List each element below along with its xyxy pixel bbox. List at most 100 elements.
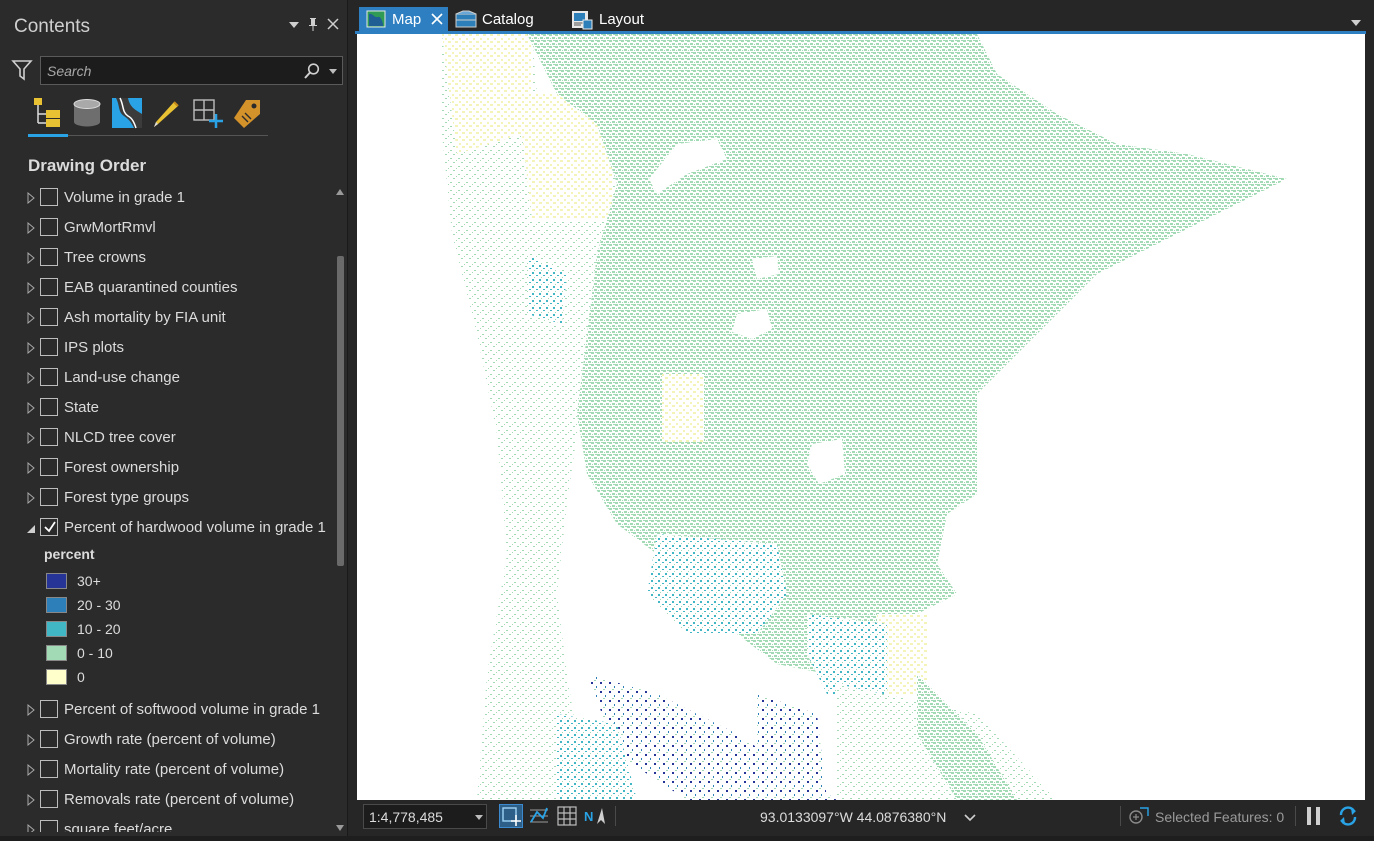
data-source-icon[interactable]	[70, 96, 104, 130]
legend-item[interactable]: 10 - 20	[46, 618, 296, 640]
expand-layer-icon[interactable]	[26, 341, 36, 355]
map-view[interactable]	[357, 34, 1365, 800]
pane-options-icon[interactable]	[286, 14, 302, 34]
expand-layer-icon[interactable]	[26, 221, 36, 235]
grid-icon[interactable]	[555, 804, 579, 828]
selection-icon[interactable]	[110, 96, 144, 130]
layer-item[interactable]: Percent of softwood volume in grade 1	[0, 694, 334, 724]
layer-item[interactable]: Percent of hardwood volume in grade 1	[0, 512, 334, 542]
editing-icon[interactable]	[150, 96, 184, 130]
expand-layer-icon[interactable]	[26, 431, 36, 445]
expand-layer-icon[interactable]	[26, 733, 36, 747]
layer-visibility-checkbox[interactable]	[40, 398, 58, 416]
layer-visibility-checkbox[interactable]	[40, 518, 58, 536]
expand-layer-icon[interactable]	[26, 401, 36, 415]
layer-item[interactable]: square feet/acre	[0, 814, 334, 832]
search-options-chevron-icon[interactable]	[328, 61, 340, 81]
layer-label: square feet/acre	[64, 821, 173, 832]
layer-visibility-checkbox[interactable]	[40, 730, 58, 748]
close-tab-icon[interactable]	[430, 10, 444, 28]
layer-visibility-checkbox[interactable]	[40, 338, 58, 356]
scroll-up-icon[interactable]	[336, 184, 344, 195]
legend-item[interactable]: 30+	[46, 570, 296, 592]
refresh-icon[interactable]	[1337, 805, 1359, 827]
layer-visibility-checkbox[interactable]	[40, 218, 58, 236]
layer-item[interactable]: Growth rate (percent of volume)	[0, 724, 334, 754]
expand-layer-icon[interactable]	[26, 793, 36, 807]
scrollbar-thumb[interactable]	[337, 256, 344, 566]
drawing-order-icon[interactable]	[30, 96, 64, 130]
expand-layer-icon[interactable]	[26, 703, 36, 717]
tab-catalog-label: Catalog	[482, 11, 534, 28]
north-arrow-icon[interactable]: N	[583, 804, 607, 828]
layer-item[interactable]: Volume in grade 1	[0, 182, 334, 212]
layer-item[interactable]: IPS plots	[0, 332, 334, 362]
legend-swatch[interactable]	[46, 621, 67, 637]
tab-layout[interactable]: Layout	[567, 7, 667, 32]
layer-visibility-checkbox[interactable]	[40, 760, 58, 778]
layer-item[interactable]: Land-use change	[0, 362, 334, 392]
fixed-zoom-icon[interactable]	[499, 804, 523, 828]
layer-item[interactable]: Forest type groups	[0, 482, 334, 512]
layer-visibility-checkbox[interactable]	[40, 248, 58, 266]
layer-item[interactable]: Removals rate (percent of volume)	[0, 784, 334, 814]
map-canvas[interactable]	[357, 34, 1365, 800]
layer-item[interactable]: NLCD tree cover	[0, 422, 334, 452]
layer-item[interactable]: Forest ownership	[0, 452, 334, 482]
tab-list-chevron-icon[interactable]	[1350, 15, 1362, 26]
expand-layer-icon[interactable]	[26, 191, 36, 205]
view-tab-bar: Map Catalog Layout	[355, 0, 1374, 34]
scale-selector[interactable]: 1:4,778,485	[363, 804, 487, 829]
snapping-icon[interactable]	[190, 96, 224, 130]
snapping-toggle-icon[interactable]	[527, 804, 551, 828]
expand-layer-icon[interactable]	[26, 251, 36, 265]
layer-item[interactable]: Mortality rate (percent of volume)	[0, 754, 334, 784]
pin-icon[interactable]	[305, 14, 321, 34]
layer-visibility-checkbox[interactable]	[40, 700, 58, 718]
expand-layer-icon[interactable]	[26, 371, 36, 385]
layer-visibility-checkbox[interactable]	[40, 790, 58, 808]
legend-item[interactable]: 0	[46, 666, 296, 688]
layer-visibility-checkbox[interactable]	[40, 188, 58, 206]
layer-visibility-checkbox[interactable]	[40, 488, 58, 506]
close-pane-icon[interactable]	[325, 14, 341, 34]
layer-visibility-checkbox[interactable]	[40, 820, 58, 832]
coordinate-format-chevron-icon[interactable]	[963, 810, 976, 822]
expand-layer-icon[interactable]	[26, 823, 36, 832]
pause-drawing-icon[interactable]	[1305, 806, 1323, 826]
layer-item[interactable]: Tree crowns	[0, 242, 334, 272]
layer-item[interactable]: State	[0, 392, 334, 422]
filter-icon[interactable]	[11, 59, 33, 81]
legend-swatch[interactable]	[46, 573, 67, 589]
search-box[interactable]	[40, 56, 343, 85]
layer-list: Volume in grade 1 GrwMortRmvl Tree crowns E…	[0, 182, 334, 832]
labeling-icon[interactable]	[230, 96, 264, 130]
expand-layer-icon[interactable]	[26, 281, 36, 295]
expand-layer-icon[interactable]	[26, 763, 36, 777]
layer-visibility-checkbox[interactable]	[40, 428, 58, 446]
legend-item[interactable]: 20 - 30	[46, 594, 296, 616]
scale-chevron-icon[interactable]	[474, 808, 484, 833]
search-input[interactable]	[47, 61, 302, 81]
legend-swatch[interactable]	[46, 669, 67, 685]
layer-visibility-checkbox[interactable]	[40, 368, 58, 386]
layer-visibility-checkbox[interactable]	[40, 278, 58, 296]
legend-swatch[interactable]	[46, 597, 67, 613]
layer-item[interactable]: Ash mortality by FIA unit	[0, 302, 334, 332]
collapse-layer-icon[interactable]	[26, 521, 36, 533]
layer-visibility-checkbox[interactable]	[40, 308, 58, 326]
legend-item[interactable]: 0 - 10	[46, 642, 296, 664]
scroll-down-icon[interactable]	[336, 820, 344, 831]
tab-layout-label: Layout	[599, 11, 645, 28]
tab-map[interactable]: Map	[359, 7, 448, 32]
layer-visibility-checkbox[interactable]	[40, 458, 58, 476]
expand-layer-icon[interactable]	[26, 311, 36, 325]
tab-catalog[interactable]: Catalog	[451, 7, 551, 32]
expand-layer-icon[interactable]	[26, 461, 36, 475]
expand-layer-icon[interactable]	[26, 491, 36, 505]
legend-swatch[interactable]	[46, 645, 67, 661]
layer-item[interactable]: EAB quarantined counties	[0, 272, 334, 302]
search-icon[interactable]	[303, 62, 321, 80]
layer-item[interactable]: GrwMortRmvl	[0, 212, 334, 242]
selected-features-icon[interactable]	[1127, 806, 1149, 826]
